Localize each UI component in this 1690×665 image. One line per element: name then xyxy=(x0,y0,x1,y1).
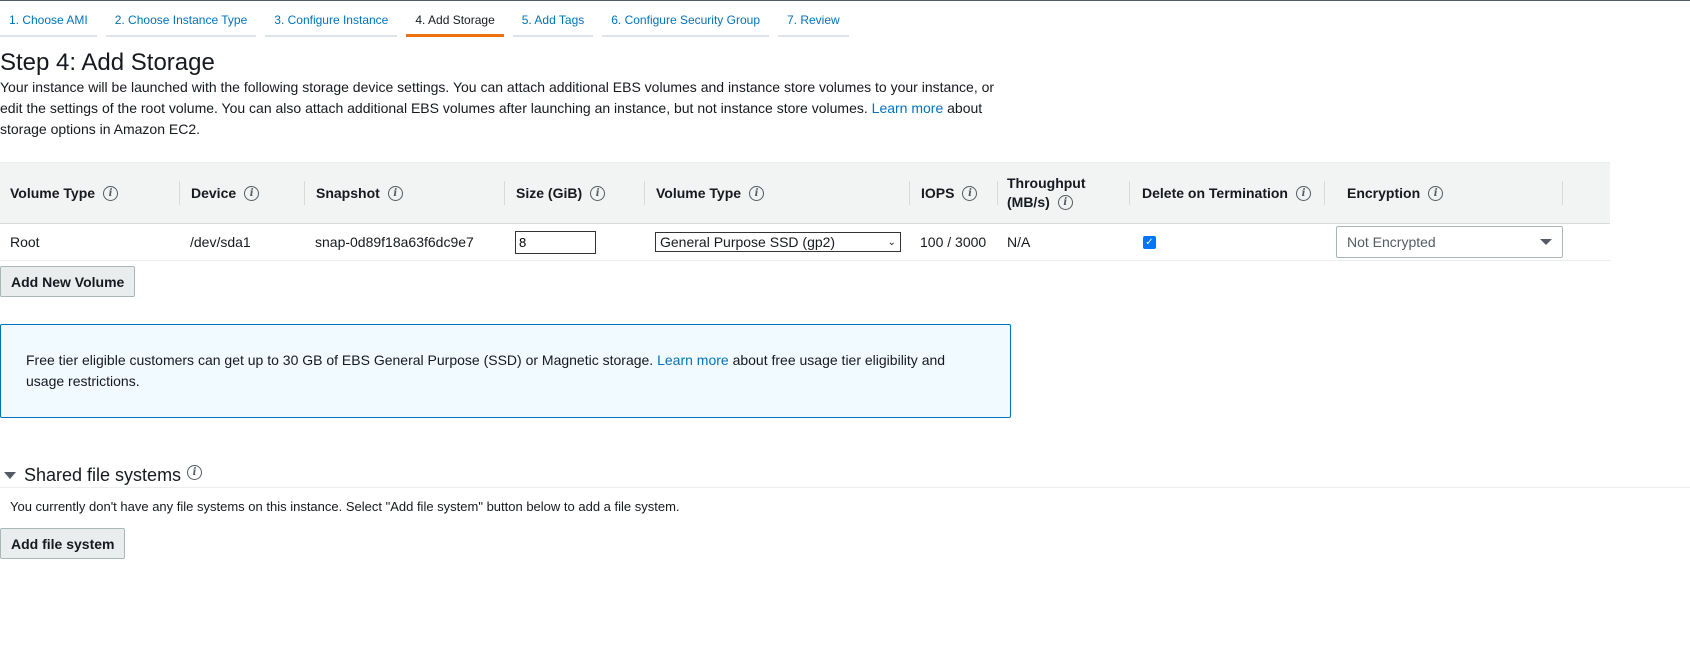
wizard-step-review[interactable]: 7. Review xyxy=(778,8,849,37)
notice-learn-more-link[interactable]: Learn more xyxy=(657,352,729,368)
add-new-volume-button[interactable]: Add New Volume xyxy=(0,266,136,297)
header-delete-on-termination-label: Delete on Termination xyxy=(1142,185,1288,201)
header-throughput-line2: (MB/s) xyxy=(1007,194,1050,210)
free-tier-notice: Free tier eligible customers can get up … xyxy=(0,324,1011,418)
storage-table: Volume Type i Device i Snapshot i Size (… xyxy=(0,162,1610,261)
info-icon[interactable]: i xyxy=(187,464,203,480)
info-icon[interactable]: i xyxy=(103,185,119,201)
header-delete-on-termination: Delete on Termination i xyxy=(1130,163,1325,223)
expand-caret-icon[interactable] xyxy=(4,471,16,479)
size-input[interactable] xyxy=(515,230,596,254)
chevron-down-icon: ⌄ xyxy=(887,236,896,248)
cell-encryption: Not Encrypted xyxy=(1336,224,1563,260)
header-throughput-label: Throughput (MB/s) i xyxy=(1007,174,1086,212)
header-device: Device i xyxy=(180,163,305,223)
volume-type-select[interactable]: General Purpose SSD (gp2) ⌄ xyxy=(655,232,901,252)
cell-device: /dev/sda1 xyxy=(190,234,251,250)
delete-on-termination-checkbox[interactable]: ✓ xyxy=(1143,235,1156,249)
header-throughput: Throughput (MB/s) i xyxy=(998,163,1130,223)
learn-more-link[interactable]: Learn more xyxy=(872,100,944,116)
header-encryption-label: Encryption xyxy=(1347,185,1421,201)
wizard-step-configure-instance[interactable]: 3. Configure Instance xyxy=(265,8,398,37)
header-volume-type: Volume Type i xyxy=(0,163,180,223)
wizard-step-add-storage[interactable]: 4. Add Storage xyxy=(406,8,504,37)
header-iops-label: IOPS xyxy=(921,185,955,201)
header-volume-type-label: Volume Type xyxy=(10,185,96,201)
header-snapshot-label: Snapshot xyxy=(316,185,380,201)
info-icon[interactable]: i xyxy=(1295,185,1311,201)
header-throughput-line2-wrap: (MB/s) i xyxy=(1007,193,1086,212)
cell-volume-type-select: General Purpose SSD (gp2) ⌄ xyxy=(655,224,901,260)
storage-table-header: Volume Type i Device i Snapshot i Size (… xyxy=(0,162,1610,224)
wizard-step-choose-ami[interactable]: 1. Choose AMI xyxy=(0,8,97,37)
page-title: Step 4: Add Storage xyxy=(0,49,215,76)
cell-volume-type: Root xyxy=(10,234,40,250)
wizard-step-choose-instance-type[interactable]: 2. Choose Instance Type xyxy=(105,8,257,37)
wizard-step-add-tags[interactable]: 5. Add Tags xyxy=(512,8,594,37)
top-border xyxy=(0,0,1690,1)
info-icon[interactable]: i xyxy=(962,185,978,201)
caret-down-icon xyxy=(1540,239,1552,245)
column-separator xyxy=(1562,181,1563,205)
cell-size xyxy=(515,224,596,260)
header-snapshot: Snapshot i xyxy=(305,163,505,223)
info-icon[interactable]: i xyxy=(387,185,403,201)
header-device-label: Device xyxy=(191,185,237,201)
cell-throughput: N/A xyxy=(1007,234,1031,250)
page-description-text: Your instance will be launched with the … xyxy=(0,79,995,116)
info-icon[interactable]: i xyxy=(590,185,606,201)
encryption-select-value: Not Encrypted xyxy=(1347,234,1436,250)
info-icon[interactable]: i xyxy=(244,185,260,201)
notice-text: Free tier eligible customers can get up … xyxy=(26,352,654,368)
cell-delete-on-termination: ✓ xyxy=(1143,224,1156,260)
header-size-label: Size (GiB) xyxy=(516,185,583,201)
info-icon[interactable]: i xyxy=(1428,185,1444,201)
info-icon[interactable]: i xyxy=(749,185,765,201)
header-volume-type-2: Volume Type i xyxy=(645,163,910,223)
header-encryption: Encryption i xyxy=(1325,163,1563,223)
shared-file-systems-title: Shared file systems xyxy=(24,464,182,485)
cell-iops: 100 / 3000 xyxy=(920,234,987,250)
info-icon[interactable]: i xyxy=(1057,195,1073,210)
header-size: Size (GiB) i xyxy=(505,163,645,223)
cell-snapshot: snap-0d89f18a63f6dc9e7 xyxy=(315,234,474,250)
table-row: Root /dev/sda1 snap-0d89f18a63f6dc9e7 Ge… xyxy=(0,224,1610,261)
header-throughput-line1: Throughput xyxy=(1007,175,1086,191)
add-file-system-button[interactable]: Add file system xyxy=(0,528,126,559)
wizard-step-configure-security-group[interactable]: 6. Configure Security Group xyxy=(602,8,769,37)
shared-file-systems-header[interactable]: Shared file systems i xyxy=(0,463,1690,488)
header-iops: IOPS i xyxy=(910,163,998,223)
volume-type-select-value: General Purpose SSD (gp2) xyxy=(660,234,836,250)
shared-file-systems-description: You currently don't have any file system… xyxy=(10,499,680,514)
encryption-select[interactable]: Not Encrypted xyxy=(1336,226,1563,258)
page-description: Your instance will be launched with the … xyxy=(0,77,1010,140)
header-volume-type-2-label: Volume Type xyxy=(656,185,742,201)
wizard-steps: 1. Choose AMI 2. Choose Instance Type 3.… xyxy=(0,8,849,37)
